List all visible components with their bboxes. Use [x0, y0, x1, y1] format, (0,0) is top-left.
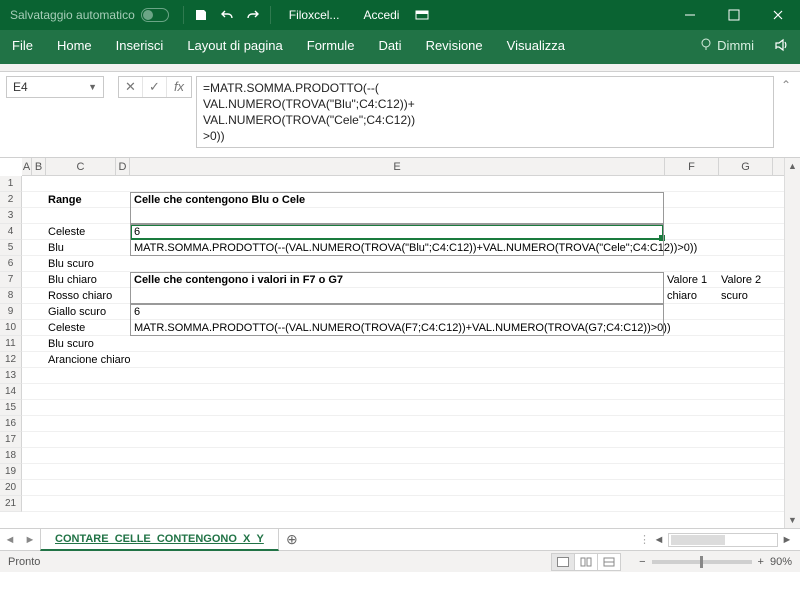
- view-normal-button[interactable]: [551, 553, 575, 571]
- tell-me[interactable]: Dimmi: [689, 30, 764, 60]
- row-header[interactable]: 3: [0, 208, 22, 224]
- row-header[interactable]: 21: [0, 496, 22, 512]
- row-header[interactable]: 5: [0, 240, 22, 256]
- row-header[interactable]: 15: [0, 400, 22, 416]
- tab-visualizza[interactable]: Visualizza: [495, 30, 577, 60]
- row-header[interactable]: 4: [0, 224, 22, 240]
- tab-scroll-right[interactable]: ►: [20, 534, 40, 546]
- zoom-slider[interactable]: [652, 560, 752, 564]
- scroll-down-icon[interactable]: ▼: [785, 512, 800, 528]
- row-header[interactable]: 9: [0, 304, 22, 320]
- row-header[interactable]: 7: [0, 272, 22, 288]
- cancel-formula-button[interactable]: ✕: [119, 77, 143, 97]
- save-button[interactable]: [188, 2, 214, 28]
- col-e[interactable]: E: [130, 158, 665, 175]
- row-header[interactable]: 8: [0, 288, 22, 304]
- chevron-down-icon: ▼: [88, 82, 97, 92]
- view-page-layout-button[interactable]: [574, 553, 598, 571]
- sheet-tab-active[interactable]: CONTARE_CELLE_CONTENGONO_X_Y: [40, 529, 279, 551]
- zoom-level: 90%: [770, 556, 792, 568]
- status-bar: Pronto − + 90%: [0, 550, 800, 572]
- col-f[interactable]: F: [665, 158, 719, 175]
- vertical-scrollbar[interactable]: ▲ ▼: [784, 158, 800, 528]
- row-header[interactable]: 13: [0, 368, 22, 384]
- row-header[interactable]: 2: [0, 192, 22, 208]
- scroll-up-icon[interactable]: ▲: [785, 158, 800, 174]
- zoom-in-button[interactable]: +: [758, 556, 764, 568]
- sheet-tabs-bar: ◄ ► CONTARE_CELLE_CONTENGONO_X_Y ⊕ ⋮ ◄►: [0, 528, 800, 550]
- col-b[interactable]: B: [32, 158, 46, 175]
- tab-inserisci[interactable]: Inserisci: [104, 30, 176, 60]
- row-header[interactable]: 14: [0, 384, 22, 400]
- document-title: Filoxcel...: [275, 8, 354, 22]
- autosave-toggle[interactable]: Salvataggio automatico: [0, 8, 179, 22]
- row-header[interactable]: 16: [0, 416, 22, 432]
- tab-scroll-left[interactable]: ◄: [0, 534, 20, 546]
- formula-controls: ✕ ✓ fx: [118, 76, 192, 98]
- signin-link[interactable]: Accedi: [353, 8, 409, 22]
- enter-formula-button[interactable]: ✓: [143, 77, 167, 97]
- formula-input[interactable]: =MATR.SOMMA.PRODOTTO(--( VAL.NUMERO(TROV…: [196, 76, 774, 148]
- formula-expand-button[interactable]: ⌃: [778, 76, 794, 92]
- tab-revisione[interactable]: Revisione: [414, 30, 495, 60]
- horizontal-scrollbar[interactable]: ⋮ ◄►: [639, 533, 800, 547]
- add-sheet-button[interactable]: ⊕: [279, 531, 305, 548]
- row-header[interactable]: 11: [0, 336, 22, 352]
- zoom-controls[interactable]: − + 90%: [639, 556, 792, 568]
- tab-file[interactable]: File: [0, 30, 45, 60]
- col-g[interactable]: G: [719, 158, 773, 175]
- status-ready: Pronto: [8, 556, 40, 568]
- tab-dati[interactable]: Dati: [366, 30, 413, 60]
- worksheet[interactable]: A B C D E F G 12345678910111213141516171…: [0, 158, 800, 528]
- maximize-button[interactable]: [712, 0, 756, 30]
- col-d[interactable]: D: [116, 158, 130, 175]
- col-c[interactable]: C: [46, 158, 116, 175]
- row-header[interactable]: 1: [0, 176, 22, 192]
- view-page-break-button[interactable]: [597, 553, 621, 571]
- fx-button[interactable]: fx: [167, 77, 191, 97]
- row-header[interactable]: 19: [0, 464, 22, 480]
- ribbon-collapsed: [0, 64, 800, 72]
- autosave-label: Salvataggio automatico: [10, 8, 135, 22]
- tab-formule[interactable]: Formule: [295, 30, 367, 60]
- undo-button[interactable]: [214, 2, 240, 28]
- redo-button[interactable]: [240, 2, 266, 28]
- close-button[interactable]: [756, 0, 800, 30]
- ribbon-tabs: File Home Inserisci Layout di pagina For…: [0, 30, 800, 60]
- titlebar: Salvataggio automatico Filoxcel... Acced…: [0, 0, 800, 30]
- row-header[interactable]: 17: [0, 432, 22, 448]
- formula-bar: E4 ▼ ✕ ✓ fx =MATR.SOMMA.PRODOTTO(--( VAL…: [0, 72, 800, 148]
- lightbulb-icon: [699, 38, 713, 52]
- column-headers[interactable]: A B C D E F G: [22, 158, 800, 176]
- ribbon-display-button[interactable]: [409, 2, 435, 28]
- row-header[interactable]: 20: [0, 480, 22, 496]
- share-button[interactable]: [764, 30, 800, 60]
- tab-home[interactable]: Home: [45, 30, 104, 60]
- row-header[interactable]: 18: [0, 448, 22, 464]
- row-header[interactable]: 12: [0, 352, 22, 368]
- col-a[interactable]: A: [22, 158, 32, 175]
- tab-layout[interactable]: Layout di pagina: [175, 30, 294, 60]
- name-box[interactable]: E4 ▼: [6, 76, 104, 98]
- minimize-button[interactable]: [668, 0, 712, 30]
- row-header[interactable]: 6: [0, 256, 22, 272]
- zoom-out-button[interactable]: −: [639, 556, 645, 568]
- toggle-off-icon: [141, 8, 169, 22]
- row-header[interactable]: 10: [0, 320, 22, 336]
